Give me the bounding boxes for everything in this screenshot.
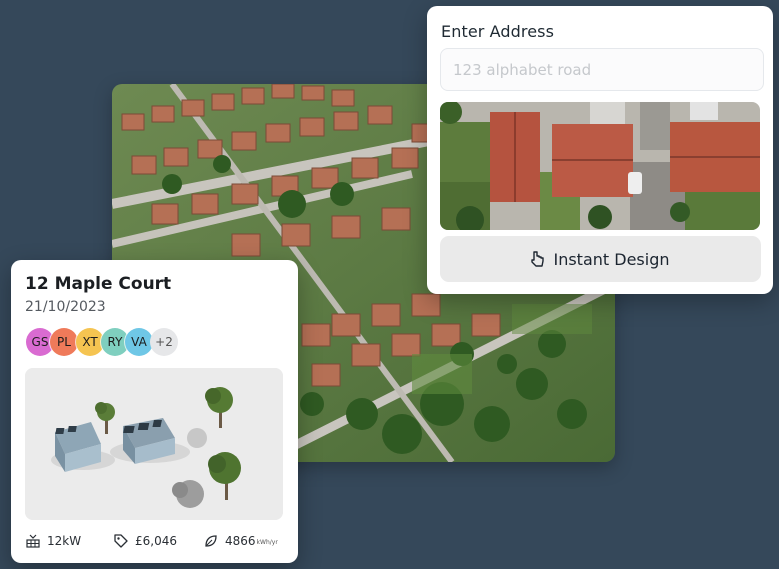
solar-panel-icon xyxy=(25,533,41,549)
project-title: 12 Maple Court xyxy=(25,274,172,294)
tag-avatar[interactable]: XT xyxy=(76,328,104,356)
more-tags-badge[interactable]: +2 xyxy=(150,328,178,356)
power-value: 12kW xyxy=(47,534,82,548)
price-tag-icon xyxy=(113,533,129,549)
project-date: 21/10/2023 xyxy=(25,299,106,315)
project-stats: 12kW £6,046 4866 kWh/yr xyxy=(25,529,287,553)
address-input[interactable] xyxy=(440,48,764,91)
tag-avatar[interactable]: VA xyxy=(125,328,153,356)
instant-design-button[interactable]: Instant Design xyxy=(440,236,761,282)
power-stat: 12kW xyxy=(25,529,81,553)
roof-satellite-image xyxy=(440,102,760,230)
3d-design-preview[interactable] xyxy=(25,368,283,520)
yield-stat: 4866 kWh/yr xyxy=(203,529,278,553)
yield-value: 4866 xyxy=(225,534,256,548)
price-stat: £6,046 xyxy=(113,529,177,553)
address-card: Enter Address 123 alphabet road Instant … xyxy=(427,6,773,294)
tag-avatar[interactable]: PL xyxy=(50,328,78,356)
pointer-icon xyxy=(531,251,545,267)
project-card[interactable]: 12 Maple Court 21/10/2023 GS PL XT RY VA… xyxy=(11,260,298,563)
instant-design-label: Instant Design xyxy=(553,249,670,269)
leaf-icon xyxy=(203,533,219,549)
price-value: £6,046 xyxy=(135,534,177,548)
yield-unit: kWh/yr xyxy=(256,539,278,546)
address-label: Enter Address xyxy=(441,22,555,41)
